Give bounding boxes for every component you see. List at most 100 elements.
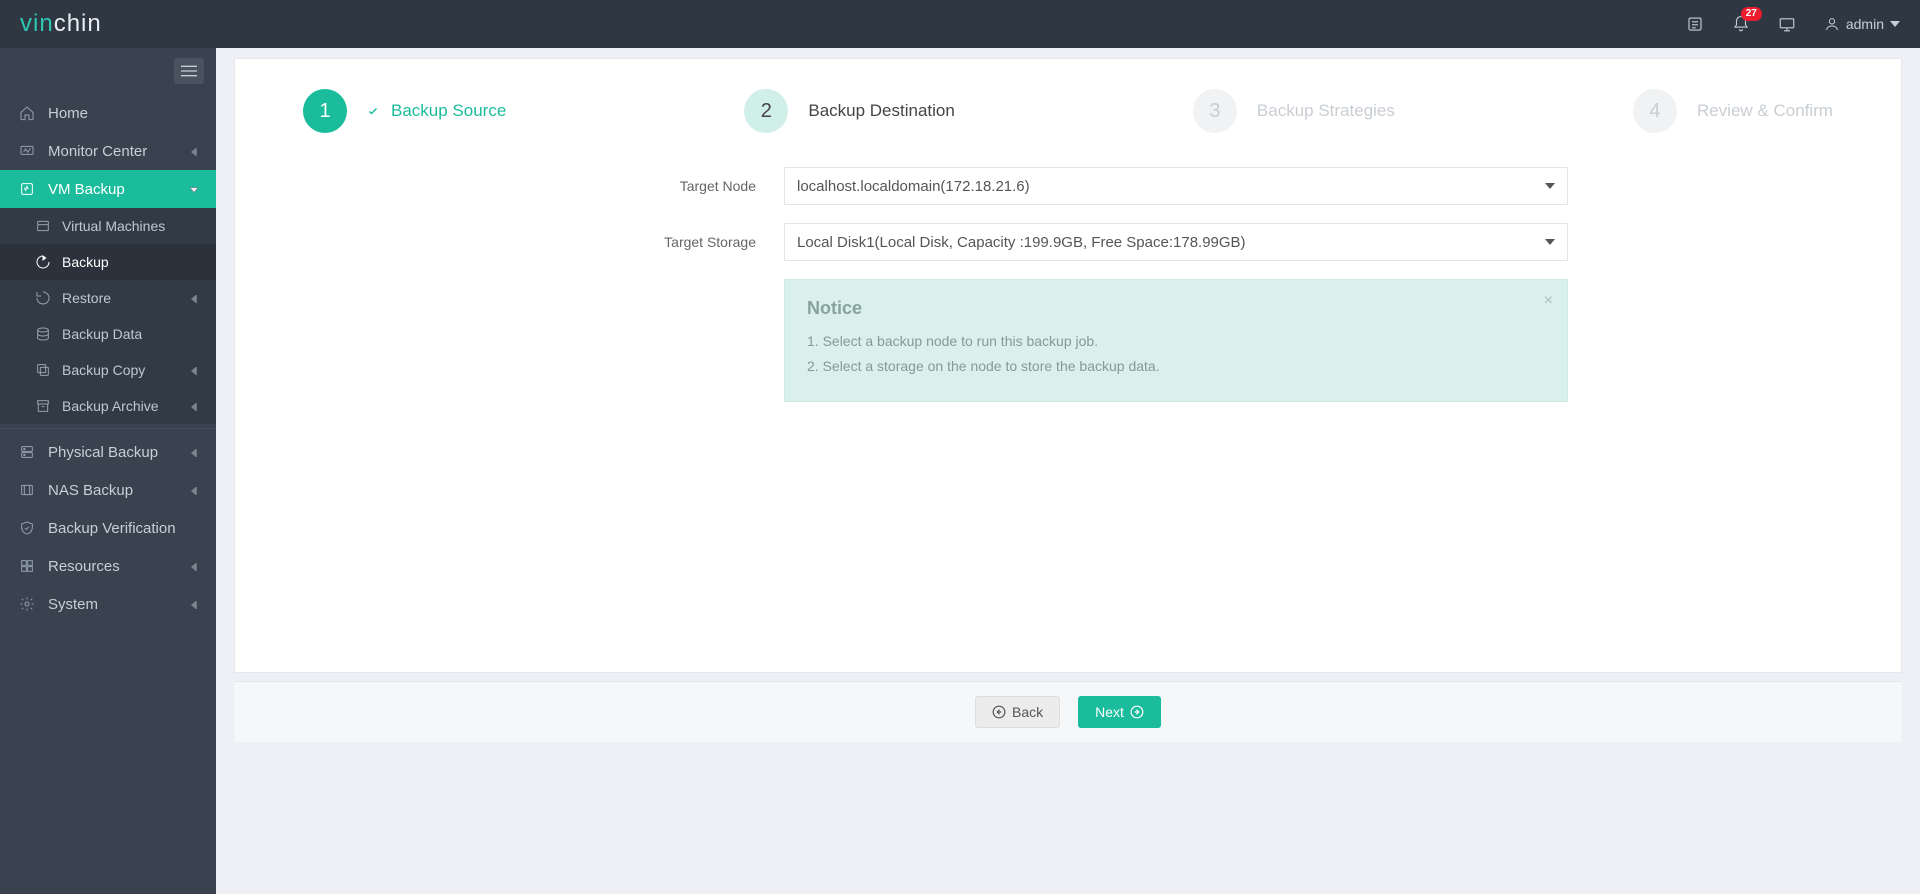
sub-item-restore[interactable]: Restore [0, 280, 216, 316]
arrow-left-circle-icon [992, 705, 1006, 719]
label-target-storage: Target Storage [568, 234, 784, 250]
label-target-node: Target Node [568, 178, 784, 194]
sidebar-item-vmbackup[interactable]: VM Backup [0, 170, 216, 208]
wizard-panel: 1 Backup Source 2 Backup Destination 3 B… [234, 58, 1902, 673]
monitor-icon [18, 142, 36, 160]
notification-badge: 27 [1741, 7, 1762, 21]
user-menu[interactable]: admin [1824, 16, 1900, 32]
nas-icon [18, 481, 36, 499]
next-label: Next [1095, 704, 1124, 720]
chevron-left-icon [190, 482, 198, 499]
chevron-left-icon [190, 444, 198, 461]
step-label: Backup Source [391, 101, 506, 121]
sub-label: Restore [62, 290, 111, 306]
sidebar-item-verification[interactable]: Backup Verification [0, 509, 216, 547]
brand-logo: vinchin [20, 10, 102, 38]
gear-icon [18, 595, 36, 613]
sub-item-backup[interactable]: Backup [0, 244, 216, 280]
sidebar-label: Resources [48, 558, 120, 575]
step-num: 1 [303, 89, 347, 133]
sidebar-label: NAS Backup [48, 482, 133, 499]
chevron-left-icon [190, 362, 198, 378]
sidebar-label: System [48, 596, 98, 613]
username-label: admin [1846, 16, 1884, 32]
sub-label: Backup Copy [62, 362, 145, 378]
sub-label: Backup [62, 254, 109, 270]
select-target-node[interactable]: localhost.localdomain(172.18.21.6) [784, 167, 1568, 205]
sidebar: Home Monitor Center VM Backup Virtual Ma… [0, 48, 216, 894]
chevron-left-icon [190, 398, 198, 414]
vm-list-icon [34, 217, 52, 235]
sidebar-item-monitor[interactable]: Monitor Center [0, 132, 216, 170]
archive-icon [34, 397, 52, 415]
home-icon [18, 104, 36, 122]
wizard-footer: Back Next [234, 681, 1902, 742]
chevron-left-icon [190, 558, 198, 575]
step-4: 4 Review & Confirm [1633, 89, 1833, 133]
chevron-left-icon [190, 596, 198, 613]
notice-box: × Notice 1. Select a backup node to run … [784, 279, 1568, 402]
sub-label: Backup Archive [62, 398, 159, 414]
back-button[interactable]: Back [975, 696, 1060, 728]
sidebar-item-home[interactable]: Home [0, 94, 216, 132]
step-num: 3 [1193, 89, 1237, 133]
chevron-down-icon [1890, 21, 1900, 27]
restore-icon [34, 289, 52, 307]
notice-title: Notice [807, 298, 1545, 319]
step-1[interactable]: 1 Backup Source [303, 89, 506, 133]
sidebar-label: Physical Backup [48, 444, 158, 461]
back-label: Back [1012, 704, 1043, 720]
vm-icon [18, 180, 36, 198]
sidebar-item-physical[interactable]: Physical Backup [0, 433, 216, 471]
check-icon [367, 105, 379, 117]
chevron-left-icon [190, 290, 198, 306]
sub-item-backupdata[interactable]: Backup Data [0, 316, 216, 352]
step-3: 3 Backup Strategies [1193, 89, 1395, 133]
sidebar-item-nas[interactable]: NAS Backup [0, 471, 216, 509]
sub-label: Virtual Machines [62, 218, 165, 234]
sidebar-label: Monitor Center [48, 143, 147, 160]
jobs-icon[interactable] [1686, 15, 1704, 33]
sidebar-item-system[interactable]: System [0, 585, 216, 623]
brand-part1: vin [20, 10, 54, 37]
step-label: Review & Confirm [1697, 101, 1833, 121]
app-header: vinchin 27 admin [0, 0, 1920, 48]
sidebar-toggle[interactable] [174, 58, 204, 84]
step-label: Backup Strategies [1257, 101, 1395, 121]
select-target-storage[interactable]: Local Disk1(Local Disk, Capacity :199.9G… [784, 223, 1568, 261]
backup-icon [34, 253, 52, 271]
step-2[interactable]: 2 Backup Destination [744, 89, 954, 133]
sub-item-backupcopy[interactable]: Backup Copy [0, 352, 216, 388]
sidebar-label: Backup Verification [48, 520, 176, 537]
shield-icon [18, 519, 36, 537]
submenu-vmbackup: Virtual Machines Backup Restore Backup D… [0, 208, 216, 424]
chevron-down-icon [190, 181, 198, 198]
sidebar-label: VM Backup [48, 181, 125, 198]
sidebar-label: Home [48, 105, 88, 122]
step-num: 4 [1633, 89, 1677, 133]
sub-item-virtualmachines[interactable]: Virtual Machines [0, 208, 216, 244]
notifications-icon[interactable]: 27 [1732, 15, 1750, 33]
step-num: 2 [744, 89, 788, 133]
chevron-left-icon [190, 143, 198, 160]
screen-icon[interactable] [1778, 15, 1796, 33]
close-icon[interactable]: × [1544, 292, 1553, 310]
arrow-right-circle-icon [1130, 705, 1144, 719]
sidebar-item-resources[interactable]: Resources [0, 547, 216, 585]
notice-line: 2. Select a storage on the node to store… [807, 354, 1545, 379]
step-label: Backup Destination [808, 101, 954, 121]
notice-line: 1. Select a backup node to run this back… [807, 329, 1545, 354]
copy-icon [34, 361, 52, 379]
grid-icon [18, 557, 36, 575]
database-icon [34, 325, 52, 343]
row-target-node: Target Node localhost.localdomain(172.18… [568, 167, 1568, 205]
wizard-steps: 1 Backup Source 2 Backup Destination 3 B… [275, 89, 1861, 133]
next-button[interactable]: Next [1078, 696, 1161, 728]
brand-part2: chin [54, 10, 102, 37]
row-target-storage: Target Storage Local Disk1(Local Disk, C… [568, 223, 1568, 261]
sub-label: Backup Data [62, 326, 142, 342]
main-content: 1 Backup Source 2 Backup Destination 3 B… [216, 48, 1920, 894]
sub-item-backuparchive[interactable]: Backup Archive [0, 388, 216, 424]
server-icon [18, 443, 36, 461]
form-body: Target Node localhost.localdomain(172.18… [568, 167, 1568, 402]
